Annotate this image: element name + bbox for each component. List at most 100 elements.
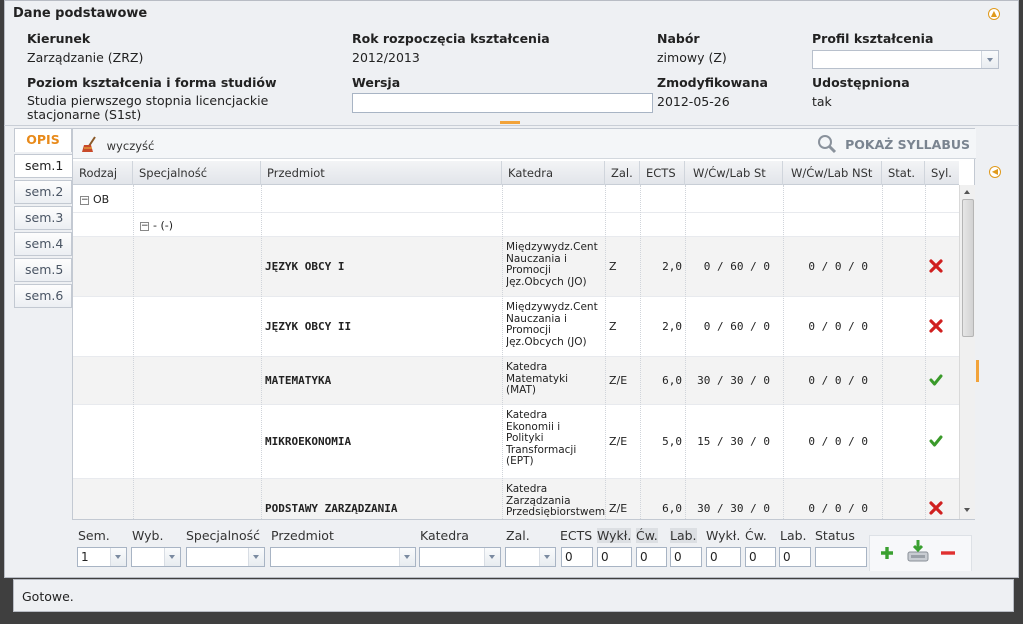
chevron-down-icon[interactable] <box>399 548 415 566</box>
group-spec-label: - (-) <box>153 219 174 232</box>
subject-name: JĘZYK OBCY I <box>265 260 345 273</box>
lab-st-input[interactable]: 0 <box>670 547 702 567</box>
divider <box>4 125 1019 126</box>
nst-hours: 0 / 0 / 0 <box>808 260 868 273</box>
x-mark-icon[interactable] <box>929 501 943 518</box>
st-hours: 30 / 30 / 0 <box>697 502 770 515</box>
subject-name: JĘZYK OBCY II <box>265 320 352 333</box>
profil-select[interactable] <box>812 50 999 69</box>
collapse-left-icon[interactable]: ◀ <box>989 166 1001 178</box>
wykl-st-label: Wykł. <box>597 528 632 543</box>
scroll-up-icon[interactable] <box>960 185 975 199</box>
chevron-down-icon[interactable] <box>164 548 180 566</box>
sem-label: Sem. <box>78 528 110 543</box>
toolbar: wyczyść POKAŻ SYLLABUS <box>73 129 976 159</box>
katedra-select[interactable] <box>419 547 501 567</box>
broom-icon <box>81 136 101 157</box>
sem-select[interactable]: 1 <box>77 547 127 567</box>
spec-select[interactable] <box>186 547 265 567</box>
col-nst[interactable]: W/Ćw/Lab NSt <box>783 161 882 185</box>
vertical-scrollbar[interactable] <box>959 185 975 519</box>
x-mark-icon[interactable] <box>929 259 943 276</box>
table-row[interactable]: JĘZYK OBCY I Międzywydz.Cent Nauczania i… <box>73 237 959 297</box>
cw-st-input[interactable]: 0 <box>636 547 667 567</box>
col-rodzaj[interactable]: Rodzaj <box>73 161 133 185</box>
przedmiot-select[interactable] <box>270 547 416 567</box>
kierunek-label: Kierunek <box>27 31 91 46</box>
group-spec[interactable]: − - (-) <box>140 219 173 232</box>
tab-sem-1[interactable]: sem.1 <box>14 154 72 178</box>
chevron-down-icon[interactable] <box>539 548 555 566</box>
table-row[interactable]: MATEMATYKA Katedra Matematyki (MAT) Z/E … <box>73 357 959 405</box>
panel-splitter[interactable] <box>500 121 520 124</box>
checkmark-icon[interactable] <box>929 373 943 390</box>
department: Katedra Matematyki (MAT) <box>506 362 569 396</box>
group-ob[interactable]: − OB <box>80 193 109 206</box>
col-ects[interactable]: ECTS <box>640 161 685 185</box>
column-divider <box>925 185 926 519</box>
zmodyfikowana-label: Zmodyfikowana <box>657 75 768 90</box>
ects-label: ECTS <box>560 528 593 543</box>
table-row[interactable]: MIKROEKONOMIA Katedra Ekonomii i Polityk… <box>73 405 959 479</box>
column-divider <box>640 185 641 519</box>
status-input[interactable] <box>815 547 867 567</box>
udostepniona-value: tak <box>812 94 832 109</box>
collapse-minus-icon[interactable]: − <box>80 195 89 205</box>
ects-value: 2,0 <box>662 260 682 273</box>
side-splitter[interactable] <box>976 360 979 382</box>
collapse-minus-icon[interactable]: − <box>140 221 149 231</box>
col-katedra[interactable]: Katedra <box>502 161 605 185</box>
save-icon[interactable] <box>906 539 930 566</box>
tab-opis[interactable]: OPIS <box>14 128 72 152</box>
col-syl[interactable]: Syl. <box>925 161 959 185</box>
col-stat[interactable]: Stat. <box>882 161 925 185</box>
wykl-st-input[interactable]: 0 <box>597 547 632 567</box>
nst-hours: 0 / 0 / 0 <box>808 320 868 333</box>
tab-sem-2[interactable]: sem.2 <box>14 180 72 204</box>
status-label: Status <box>815 528 855 543</box>
sem-select-value: 1 <box>81 550 89 564</box>
scroll-down-icon[interactable] <box>960 503 975 517</box>
column-divider <box>783 185 784 519</box>
zal-select[interactable] <box>505 547 556 567</box>
lab-nst-input[interactable]: 0 <box>779 547 811 567</box>
chevron-down-icon[interactable] <box>110 548 126 566</box>
x-mark-icon[interactable] <box>929 319 943 336</box>
wersja-input[interactable] <box>352 93 653 113</box>
tab-sem-3[interactable]: sem.3 <box>14 206 72 230</box>
show-syllabus-button[interactable]: POKAŻ SYLLABUS <box>817 134 970 157</box>
collapse-up-icon[interactable]: ▲ <box>988 8 1000 20</box>
col-specjalnosc[interactable]: Specjalność <box>133 161 261 185</box>
ects-input[interactable]: 0 <box>561 547 593 567</box>
zmodyfikowana-value: 2012-05-26 <box>657 94 730 109</box>
tab-sem-5[interactable]: sem.5 <box>14 258 72 282</box>
row-actions <box>869 535 972 571</box>
wyb-select[interactable] <box>131 547 181 567</box>
chevron-down-icon[interactable] <box>484 548 500 566</box>
tab-sem-4[interactable]: sem.4 <box>14 232 72 256</box>
status-text: Gotowe. <box>22 589 74 604</box>
checkmark-icon[interactable] <box>929 434 943 451</box>
table-row[interactable]: PODSTAWY ZARZĄDZANIA Katedra Zarządzania… <box>73 479 959 519</box>
chevron-down-icon[interactable] <box>248 548 264 566</box>
st-hours: 15 / 30 / 0 <box>697 435 770 448</box>
minus-icon[interactable] <box>939 545 957 564</box>
app-frame: Dane podstawowe ▲ Kierunek Zarządzanie (… <box>0 0 1023 624</box>
col-zal[interactable]: Zal. <box>605 161 640 185</box>
tab-sem-6[interactable]: sem.6 <box>14 284 72 308</box>
table-row[interactable]: JĘZYK OBCY II Międzywydz.Cent Nauczania … <box>73 297 959 357</box>
col-przedmiot[interactable]: Przedmiot <box>261 161 502 185</box>
cw-nst-input[interactable]: 0 <box>745 547 776 567</box>
st-hours: 30 / 30 / 0 <box>697 374 770 387</box>
col-st[interactable]: W/Ćw/Lab St <box>685 161 783 185</box>
rok-label: Rok rozpoczęcia kształcenia <box>352 31 550 46</box>
scroll-thumb[interactable] <box>962 199 974 337</box>
plus-icon[interactable] <box>879 545 895 564</box>
clear-button[interactable]: wyczyść <box>81 136 154 157</box>
group-row-rodzaj: − OB <box>73 185 959 213</box>
wykl-nst-input[interactable]: 0 <box>706 547 741 567</box>
column-divider <box>133 185 134 519</box>
subject-name: MATEMATYKA <box>265 374 332 387</box>
content-panel: wyczyść POKAŻ SYLLABUS Rodzaj Specjalnoś… <box>72 128 976 520</box>
chevron-down-icon[interactable] <box>981 51 998 68</box>
